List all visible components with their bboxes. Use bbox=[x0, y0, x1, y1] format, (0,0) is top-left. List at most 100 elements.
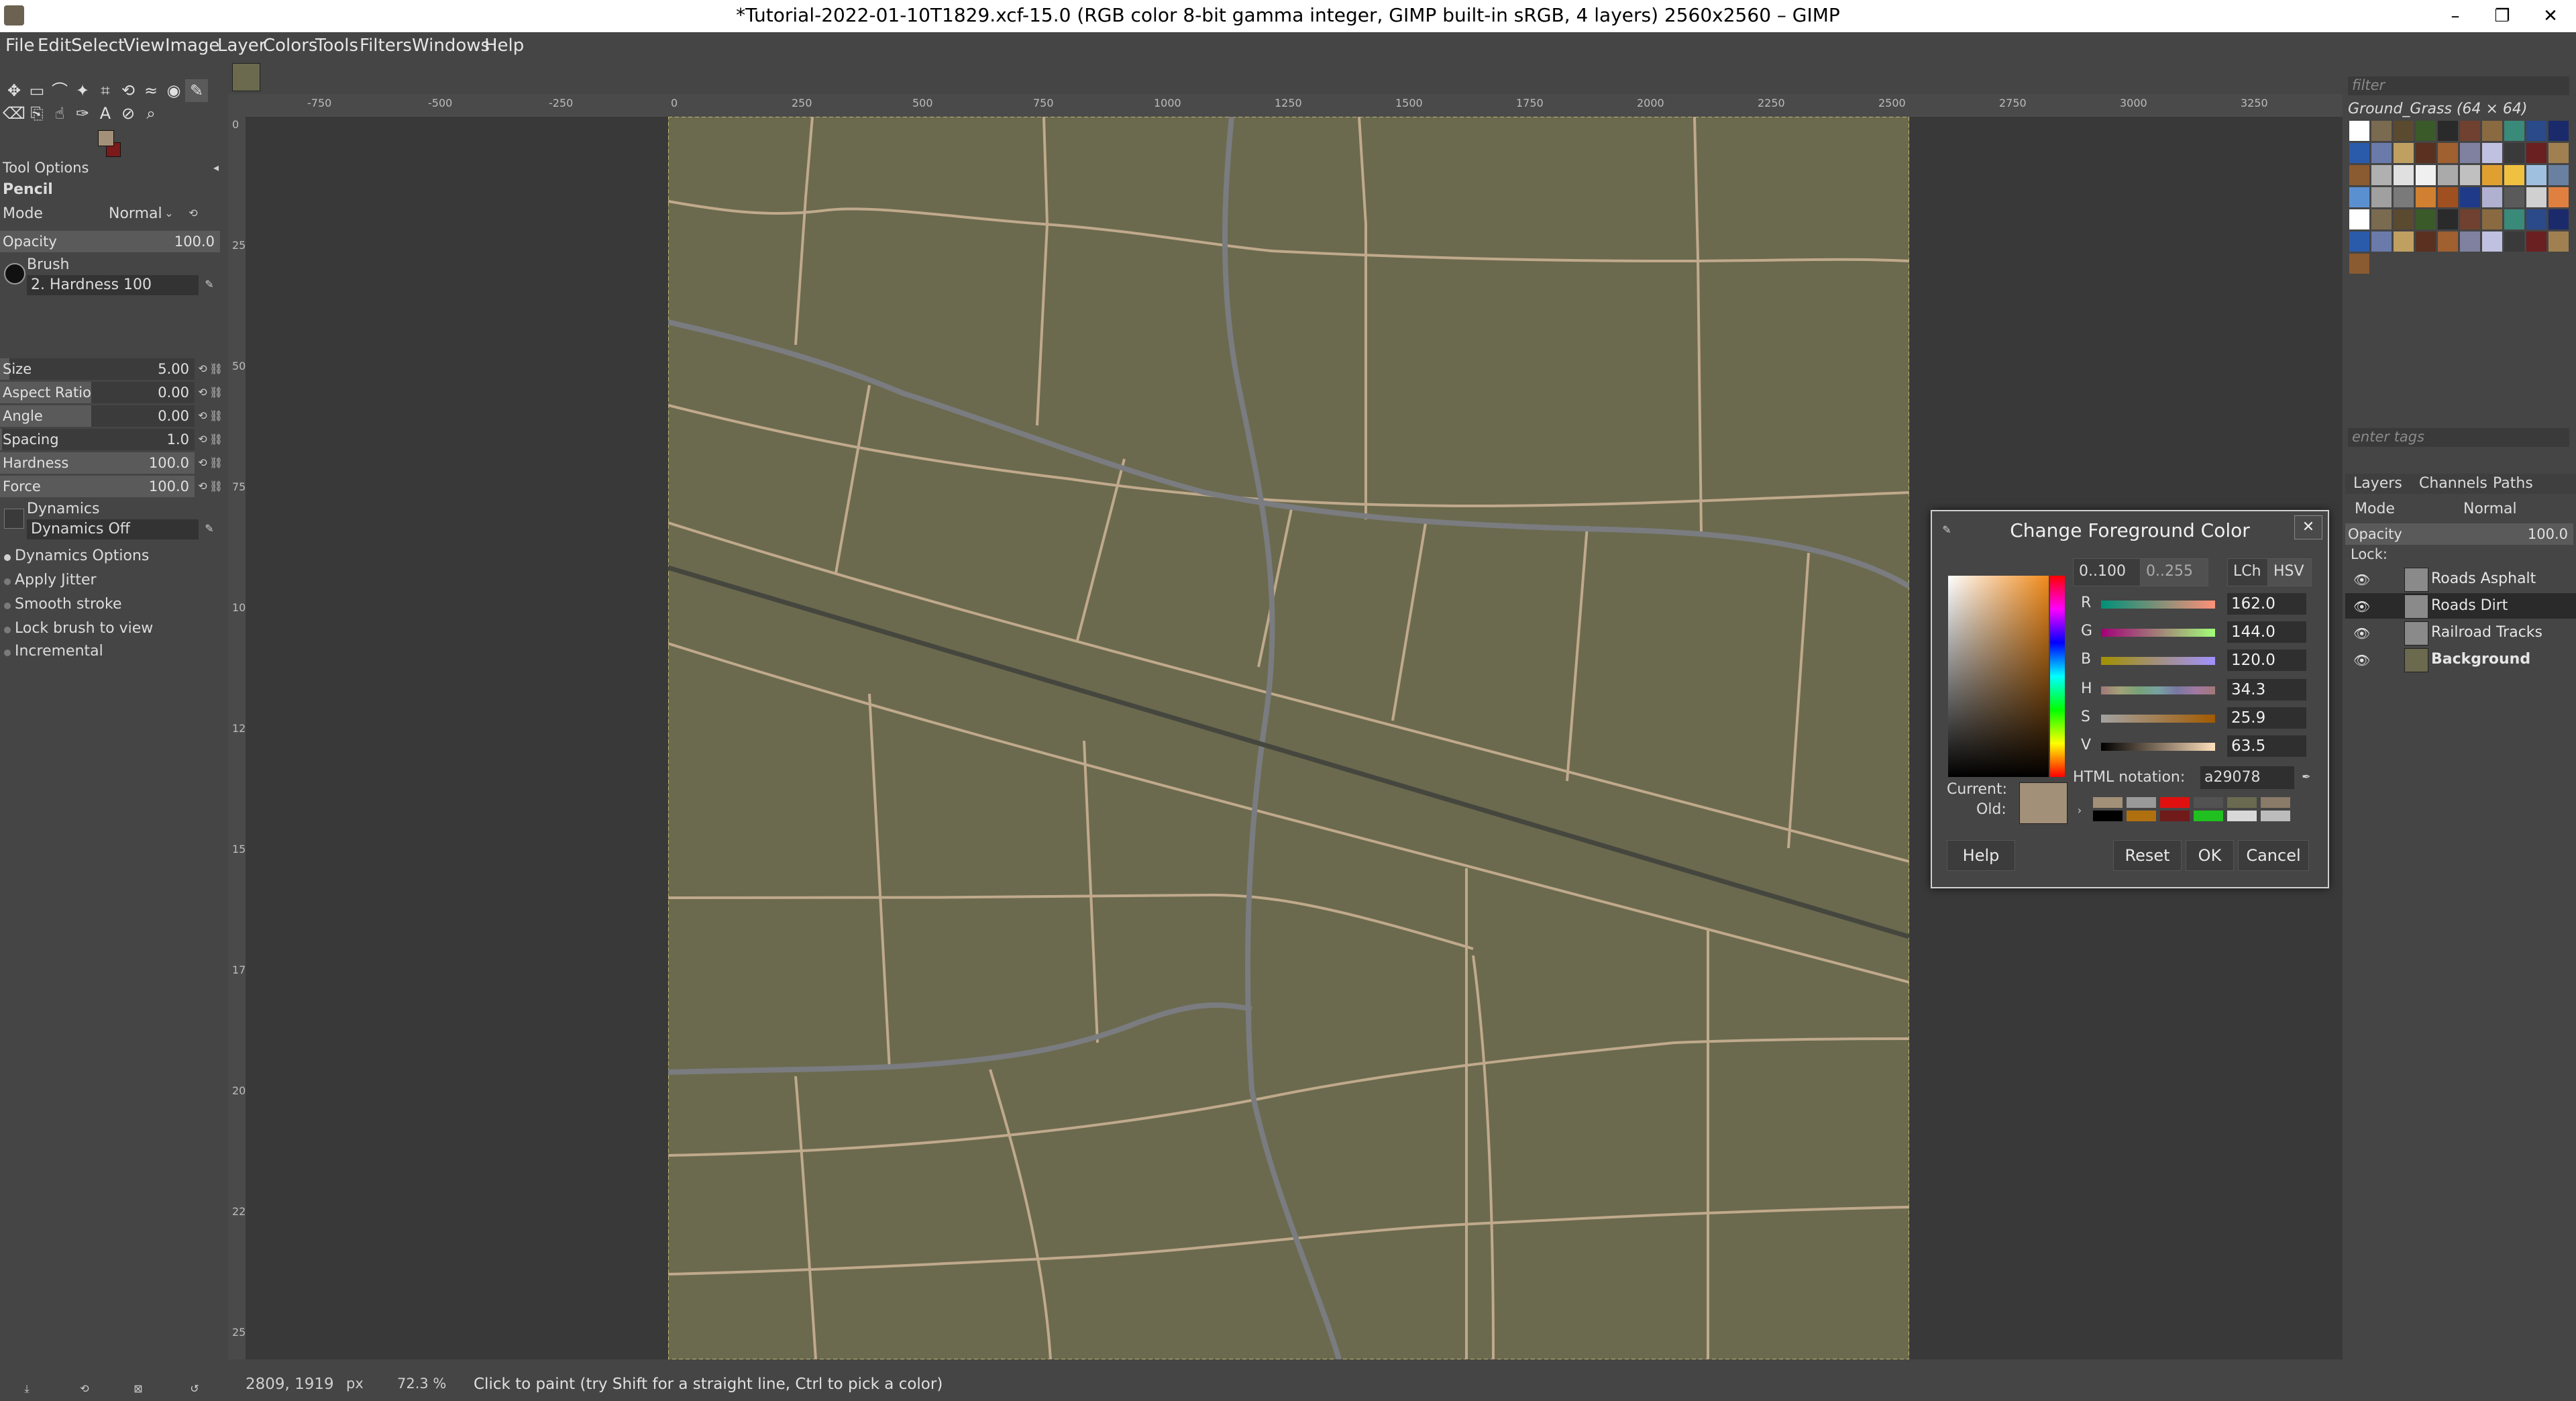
range-0-255-button[interactable]: 0..255 bbox=[2140, 558, 2208, 586]
pattern-swatch[interactable] bbox=[2438, 121, 2458, 141]
menu-colors[interactable]: Colors bbox=[263, 36, 317, 56]
color-history-swatch[interactable] bbox=[2160, 811, 2190, 821]
crop-tool-icon[interactable]: ⌗ bbox=[94, 79, 117, 102]
edit-brush-icon[interactable]: ✎ bbox=[203, 278, 216, 291]
layer-mode-dropdown[interactable]: Normal bbox=[2463, 501, 2517, 517]
pattern-swatch[interactable] bbox=[2394, 231, 2414, 252]
hardness-link-icon[interactable]: ⛓ bbox=[209, 456, 223, 470]
smooth-stroke-label[interactable]: Smooth stroke bbox=[15, 596, 121, 613]
hardness-slider[interactable]: Hardness 100.0 bbox=[0, 452, 195, 474]
angle-slider[interactable]: Angle 0.00 bbox=[0, 405, 195, 427]
checkbox-smooth-stroke[interactable] bbox=[4, 603, 11, 609]
hue-strip[interactable] bbox=[2050, 576, 2065, 777]
color-history-swatch[interactable] bbox=[2093, 797, 2123, 808]
size-link-icon[interactable]: ⛓ bbox=[209, 362, 223, 376]
warp-tool-icon[interactable]: ≈ bbox=[140, 79, 162, 102]
text-tool-icon[interactable]: A bbox=[94, 102, 117, 125]
menu-windows[interactable]: Windows bbox=[412, 36, 490, 56]
pattern-swatch[interactable] bbox=[2526, 121, 2546, 141]
fuzzy-select-tool-icon[interactable]: ✦ bbox=[71, 79, 94, 102]
spacing-reset-icon[interactable]: ⟲ bbox=[196, 433, 209, 446]
minimize-button[interactable]: – bbox=[2435, 3, 2475, 30]
pattern-swatch[interactable] bbox=[2460, 231, 2480, 252]
checkbox-incremental[interactable] bbox=[4, 650, 11, 656]
tab-channels[interactable]: Channels bbox=[2419, 475, 2487, 492]
pattern-swatch[interactable] bbox=[2371, 143, 2392, 163]
zoom-tool-icon[interactable]: ⌕ bbox=[140, 102, 162, 125]
pattern-grid[interactable] bbox=[2349, 121, 2571, 362]
menu-edit[interactable]: Edit bbox=[38, 36, 71, 56]
channel-r-value[interactable]: 162.0 bbox=[2227, 593, 2306, 615]
channel-g[interactable]: G 144.0 bbox=[2072, 621, 2313, 644]
pattern-swatch[interactable] bbox=[2526, 165, 2546, 185]
cancel-button[interactable]: Cancel bbox=[2238, 840, 2309, 871]
vertical-ruler[interactable]: 0 250 500 750 1000 1250 1500 1750 2000 2… bbox=[228, 117, 260, 1359]
pattern-swatch[interactable] bbox=[2482, 231, 2502, 252]
pattern-swatch[interactable] bbox=[2548, 121, 2569, 141]
pattern-swatch[interactable] bbox=[2349, 143, 2369, 163]
pattern-swatch[interactable] bbox=[2438, 231, 2458, 252]
lch-button[interactable]: LCh bbox=[2227, 558, 2269, 586]
reset-options-icon[interactable]: ↺ bbox=[188, 1382, 201, 1396]
zoom-dropdown[interactable]: 72.3 % bbox=[397, 1376, 446, 1392]
pattern-swatch[interactable] bbox=[2416, 187, 2436, 207]
visibility-eye-icon[interactable]: 👁 bbox=[2353, 625, 2370, 641]
pattern-swatch[interactable] bbox=[2349, 165, 2369, 185]
visibility-eye-icon[interactable]: 👁 bbox=[2353, 572, 2370, 588]
pattern-swatch[interactable] bbox=[2482, 165, 2502, 185]
color-history-swatch[interactable] bbox=[2194, 797, 2223, 808]
reset-button[interactable]: Reset bbox=[2113, 840, 2182, 871]
dynamics-options-expander[interactable]: Dynamics Options bbox=[15, 548, 149, 564]
transform-tool-icon[interactable]: ⟲ bbox=[117, 79, 140, 102]
menu-image[interactable]: Image bbox=[165, 36, 219, 56]
pattern-swatch[interactable] bbox=[2349, 254, 2369, 274]
pattern-swatch[interactable] bbox=[2504, 165, 2524, 185]
pattern-swatch[interactable] bbox=[2438, 187, 2458, 207]
pattern-swatch[interactable] bbox=[2394, 187, 2414, 207]
expand-history-icon[interactable]: › bbox=[2073, 804, 2086, 817]
menu-file[interactable]: File bbox=[5, 36, 35, 56]
maximize-button[interactable]: ❐ bbox=[2482, 3, 2522, 30]
hsv-button[interactable]: HSV bbox=[2267, 558, 2312, 586]
free-select-tool-icon[interactable]: ⌒ bbox=[48, 79, 71, 102]
pattern-swatch[interactable] bbox=[2504, 231, 2524, 252]
color-picker-tool-icon[interactable]: ⊘ bbox=[117, 102, 140, 125]
menu-filters[interactable]: Filters bbox=[360, 36, 412, 56]
eyedropper-icon[interactable]: ✒ bbox=[2300, 770, 2313, 784]
edit-dynamics-icon[interactable]: ✎ bbox=[203, 522, 216, 535]
pattern-swatch[interactable] bbox=[2460, 187, 2480, 207]
layer-row-selected[interactable]: 👁 Roads Dirt bbox=[2345, 593, 2576, 619]
pattern-swatch[interactable] bbox=[2460, 209, 2480, 229]
color-history-swatch[interactable] bbox=[2227, 811, 2257, 821]
channel-v[interactable]: V 63.5 bbox=[2072, 735, 2313, 758]
move-tool-icon[interactable]: ✥ bbox=[3, 79, 25, 102]
aspect-ratio-link-icon[interactable]: ⛓ bbox=[209, 386, 223, 399]
save-options-icon[interactable]: ⤓ bbox=[20, 1382, 34, 1396]
color-history-swatch[interactable] bbox=[2093, 811, 2123, 821]
pattern-filter-input[interactable]: filter bbox=[2348, 76, 2569, 95]
channel-b[interactable]: B 120.0 bbox=[2072, 650, 2313, 672]
pattern-swatch[interactable] bbox=[2371, 165, 2392, 185]
color-history-swatch[interactable] bbox=[2194, 811, 2223, 821]
pattern-swatch[interactable] bbox=[2504, 209, 2524, 229]
channel-h[interactable]: H 34.3 bbox=[2072, 679, 2313, 702]
unit-dropdown[interactable]: px bbox=[346, 1376, 364, 1392]
tab-paths[interactable]: Paths bbox=[2493, 475, 2533, 492]
force-reset-icon[interactable]: ⟲ bbox=[196, 480, 209, 493]
clone-tool-icon[interactable]: ⎘ bbox=[25, 102, 48, 125]
visibility-eye-icon[interactable]: 👁 bbox=[2353, 652, 2370, 668]
angle-link-icon[interactable]: ⛓ bbox=[209, 409, 223, 423]
brush-preview-icon[interactable] bbox=[4, 263, 25, 284]
channel-b-value[interactable]: 120.0 bbox=[2227, 650, 2306, 671]
size-slider[interactable]: Size 5.00 bbox=[0, 358, 195, 380]
pattern-swatch[interactable] bbox=[2526, 187, 2546, 207]
pattern-swatch[interactable] bbox=[2438, 143, 2458, 163]
checkbox-lock-brush[interactable] bbox=[4, 627, 11, 633]
spacing-slider[interactable]: Spacing 1.0 bbox=[0, 429, 195, 450]
pattern-swatch[interactable] bbox=[2438, 165, 2458, 185]
spacing-link-icon[interactable]: ⛓ bbox=[209, 433, 223, 446]
pattern-swatch[interactable] bbox=[2526, 143, 2546, 163]
pattern-swatch[interactable] bbox=[2394, 143, 2414, 163]
pattern-swatch[interactable] bbox=[2482, 187, 2502, 207]
foreground-color-swatch[interactable] bbox=[98, 130, 114, 146]
